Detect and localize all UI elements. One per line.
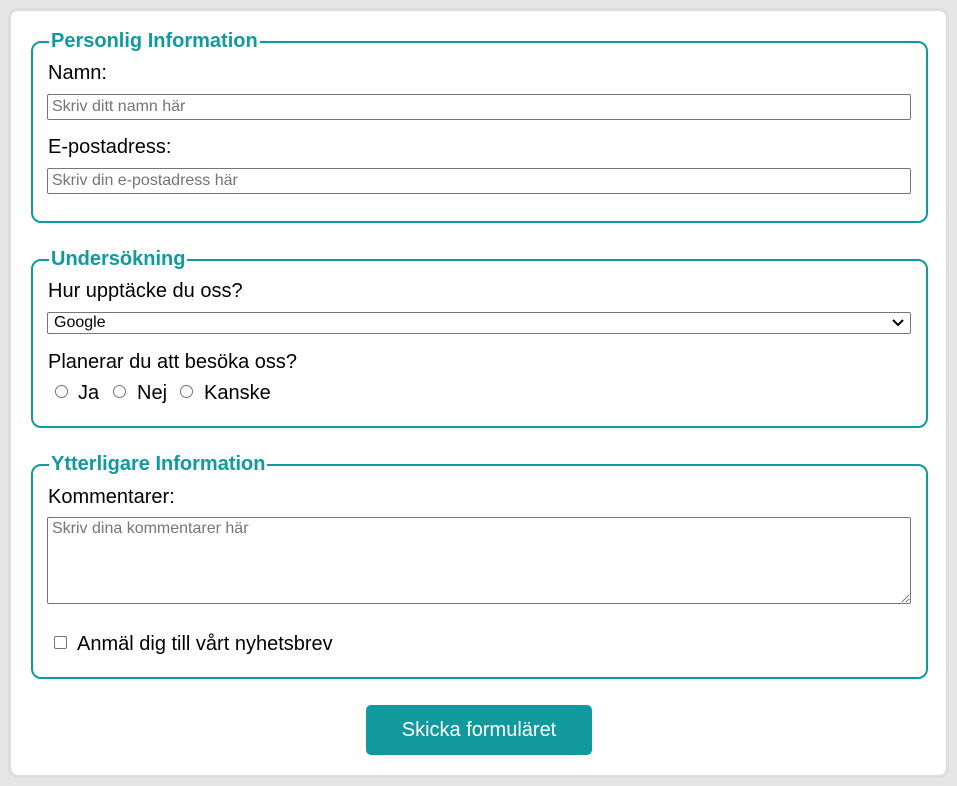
- comments-textarea[interactable]: [47, 517, 911, 604]
- personal-info-fieldset: Personlig Information: [31, 30, 928, 223]
- newsletter-label: Anmäl dig till vårt nyhetsbrev: [77, 633, 333, 655]
- source-select[interactable]: Google: [47, 312, 911, 334]
- visit-radio-nej[interactable]: [113, 385, 126, 398]
- chevron-down-icon: [892, 319, 904, 327]
- source-select-value: Google: [54, 314, 106, 331]
- visit-radio-kanske[interactable]: [180, 385, 193, 398]
- visit-option-nej-label: Nej: [137, 382, 168, 404]
- survey-legend: Undersökning: [51, 248, 186, 270]
- email-input[interactable]: [47, 168, 911, 194]
- additional-info-legend: Ytterligare Information: [51, 453, 266, 475]
- comments-label: Kommentarer:: [48, 486, 175, 508]
- personal-info-legend: Personlig Information: [51, 30, 258, 52]
- visit-radio-ja[interactable]: [55, 385, 68, 398]
- visit-label: Planerar du att besöka oss?: [48, 351, 298, 373]
- visit-option-kanske-label: Kanske: [204, 382, 271, 404]
- source-label: Hur upptäcke du oss?: [48, 280, 243, 302]
- submit-button[interactable]: Skicka formuläret: [366, 705, 592, 755]
- newsletter-checkbox[interactable]: [54, 636, 67, 649]
- email-label: E-postadress:: [48, 136, 172, 158]
- visit-option-ja-label: Ja: [78, 382, 100, 404]
- name-input[interactable]: [47, 94, 911, 120]
- name-label: Namn:: [48, 62, 107, 84]
